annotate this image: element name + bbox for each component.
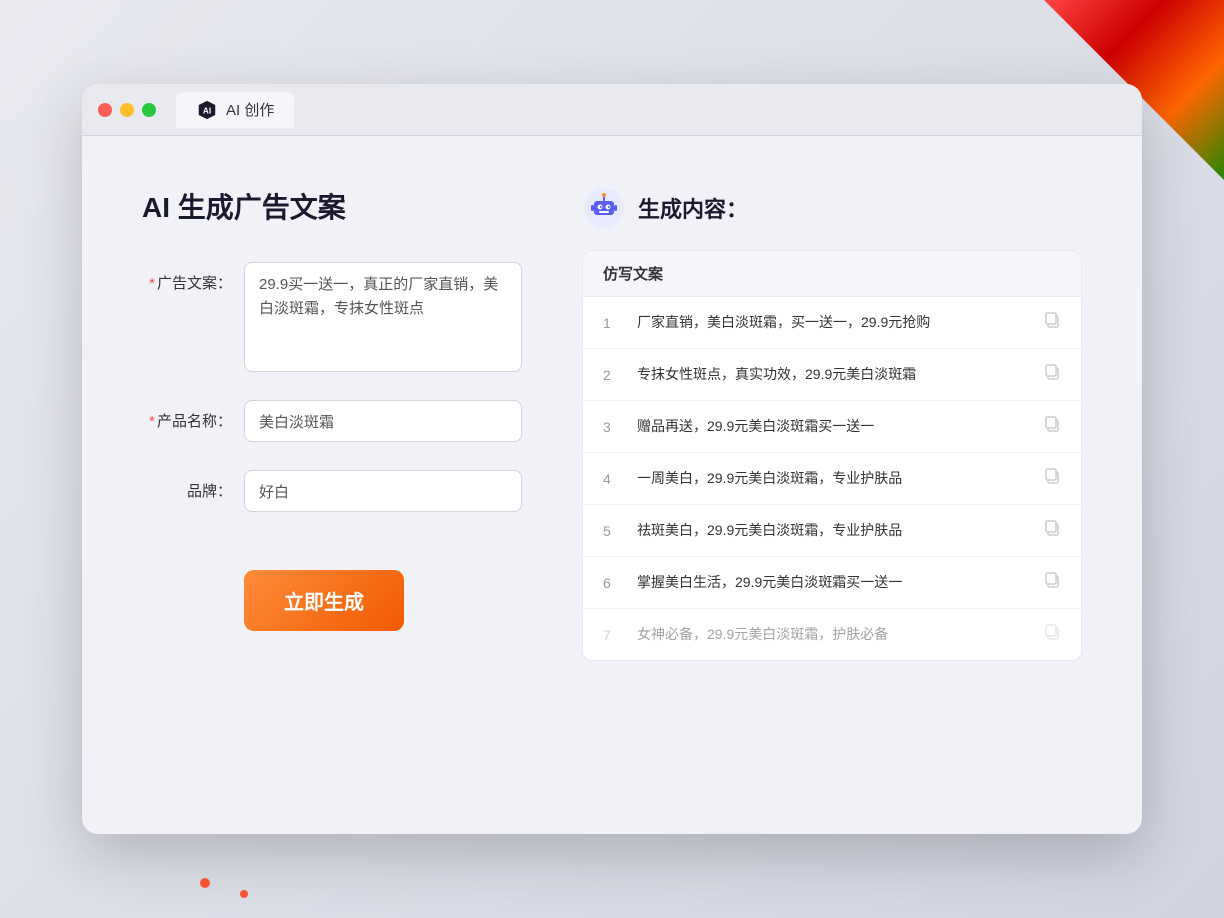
ad-copy-input[interactable] <box>244 262 522 372</box>
close-button[interactable] <box>98 103 112 117</box>
brand-row: 品牌： <box>142 470 522 512</box>
copy-icon[interactable] <box>1043 519 1061 542</box>
traffic-lights <box>98 103 156 117</box>
decorative-dot <box>200 878 210 888</box>
row-number: 6 <box>603 575 623 591</box>
required-star-ad: * <box>149 275 155 292</box>
results-container: 1 厂家直销，美白淡斑霜，买一送一，29.9元抢购 2 专抹女性斑点，真实功效，29… <box>583 297 1081 660</box>
copy-icon[interactable] <box>1043 467 1061 490</box>
result-row: 7 女神必备，29.9元美白淡斑霜，护肤必备 <box>583 609 1081 660</box>
row-text: 祛斑美白，29.9元美白淡斑霜，专业护肤品 <box>637 520 1029 541</box>
maximize-button[interactable] <box>142 103 156 117</box>
row-text: 厂家直销，美白淡斑霜，买一送一，29.9元抢购 <box>637 312 1029 333</box>
row-number: 2 <box>603 367 623 383</box>
title-bar: AI AI 创作 <box>82 84 1142 136</box>
table-header: 仿写文案 <box>583 251 1081 297</box>
row-text: 掌握美白生活，29.9元美白淡斑霜买一送一 <box>637 572 1029 593</box>
copy-icon[interactable] <box>1043 623 1061 646</box>
row-number: 1 <box>603 315 623 331</box>
ad-copy-row: *广告文案： <box>142 262 522 372</box>
tab-title-text: AI 创作 <box>226 99 274 120</box>
product-name-label: *产品名称： <box>142 400 232 431</box>
copy-icon[interactable] <box>1043 311 1061 334</box>
left-panel: AI 生成广告文案 *广告文案： *产品名称： 品牌： 立即生成 <box>142 186 522 784</box>
ai-tab[interactable]: AI AI 创作 <box>176 92 294 128</box>
result-row: 1 厂家直销，美白淡斑霜，买一送一，29.9元抢购 <box>583 297 1081 349</box>
row-text: 女神必备，29.9元美白淡斑霜，护肤必备 <box>637 624 1029 645</box>
generate-button[interactable]: 立即生成 <box>244 570 404 631</box>
right-panel: 生成内容： 仿写文案 1 厂家直销，美白淡斑霜，买一送一，29.9元抢购 2 专抹女… <box>582 186 1082 784</box>
brand-input[interactable] <box>244 470 522 512</box>
row-number: 4 <box>603 471 623 487</box>
copy-icon[interactable] <box>1043 363 1061 386</box>
brand-label: 品牌： <box>142 470 232 501</box>
copy-icon[interactable] <box>1043 571 1061 594</box>
minimize-button[interactable] <box>120 103 134 117</box>
result-row: 4 一周美白，29.9元美白淡斑霜，专业护肤品 <box>583 453 1081 505</box>
product-name-input[interactable] <box>244 400 522 442</box>
ad-copy-label: *广告文案： <box>142 262 232 293</box>
required-star-product: * <box>149 413 155 430</box>
result-header: 生成内容： <box>582 186 1082 230</box>
result-title-text: 生成内容： <box>638 192 748 224</box>
result-row: 3 赠品再送，29.9元美白淡斑霜买一送一 <box>583 401 1081 453</box>
decorative-dot-2 <box>240 890 248 898</box>
result-row: 5 祛斑美白，29.9元美白淡斑霜，专业护肤品 <box>583 505 1081 557</box>
page-title: AI 生成广告文案 <box>142 186 522 226</box>
svg-text:AI: AI <box>203 106 211 115</box>
row-number: 3 <box>603 419 623 435</box>
main-content: AI 生成广告文案 *广告文案： *产品名称： 品牌： 立即生成 <box>82 136 1142 834</box>
browser-window: AI AI 创作 AI 生成广告文案 *广告文案： *产品名称： <box>82 84 1142 834</box>
row-number: 7 <box>603 627 623 643</box>
row-text: 赠品再送，29.9元美白淡斑霜买一送一 <box>637 416 1029 437</box>
result-row: 2 专抹女性斑点，真实功效，29.9元美白淡斑霜 <box>583 349 1081 401</box>
row-text: 一周美白，29.9元美白淡斑霜，专业护肤品 <box>637 468 1029 489</box>
product-name-row: *产品名称： <box>142 400 522 442</box>
copy-icon[interactable] <box>1043 415 1061 438</box>
robot-icon <box>582 186 626 230</box>
result-row: 6 掌握美白生活，29.9元美白淡斑霜买一送一 <box>583 557 1081 609</box>
ai-tab-icon: AI <box>196 99 218 121</box>
row-text: 专抹女性斑点，真实功效，29.9元美白淡斑霜 <box>637 364 1029 385</box>
row-number: 5 <box>603 523 623 539</box>
result-table: 仿写文案 1 厂家直销，美白淡斑霜，买一送一，29.9元抢购 2 专抹女性斑点，真实… <box>582 250 1082 661</box>
